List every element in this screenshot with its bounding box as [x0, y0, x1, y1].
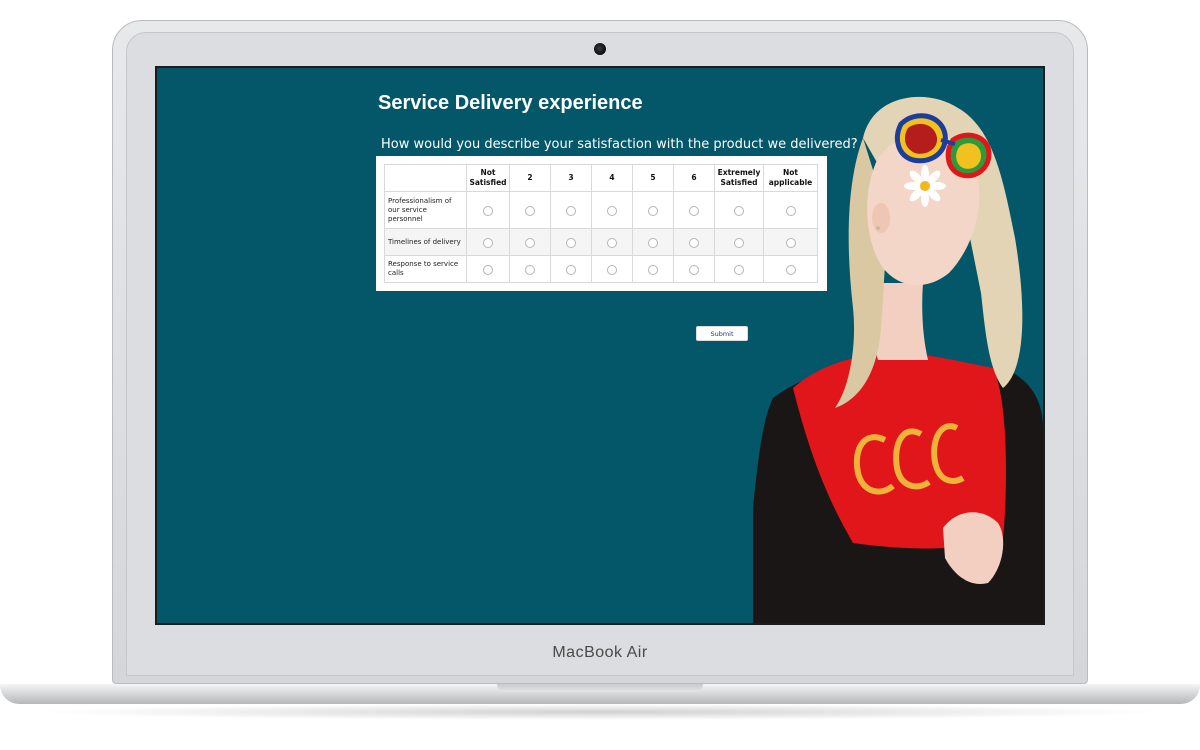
woman-photo [753, 96, 1043, 623]
rating-radio[interactable] [648, 205, 658, 216]
column-header: 4 [591, 164, 633, 192]
rating-radio[interactable] [483, 237, 493, 248]
camera-icon [594, 43, 606, 55]
rating-radio[interactable] [689, 237, 699, 248]
rating-radio[interactable] [566, 264, 576, 275]
submit-button[interactable]: Submit [696, 326, 748, 341]
rating-radio[interactable] [689, 264, 699, 275]
rating-radio[interactable] [607, 237, 617, 248]
rating-radio[interactable] [525, 264, 535, 275]
column-header: Not Satisfied [466, 164, 510, 192]
rating-radio[interactable] [607, 264, 617, 275]
rating-radio[interactable] [566, 237, 576, 248]
rating-radio[interactable] [525, 205, 535, 216]
device-brand: MacBook Air [552, 644, 648, 661]
column-header: 2 [509, 164, 551, 192]
rating-radio[interactable] [734, 237, 744, 248]
rating-radio[interactable] [607, 205, 617, 216]
matrix-corner [384, 164, 467, 192]
rating-radio[interactable] [648, 237, 658, 248]
row-label: Response to service calls [384, 255, 467, 283]
rating-radio[interactable] [525, 237, 535, 248]
survey-title: Service Delivery experience [378, 92, 643, 114]
screen: Service Delivery experience How would yo… [155, 66, 1045, 625]
laptop-shadow [30, 704, 1170, 720]
rating-radio[interactable] [566, 205, 576, 216]
row-label: Timelines of delivery [384, 228, 467, 256]
column-header: 3 [550, 164, 592, 192]
rating-radio[interactable] [648, 264, 658, 275]
column-header: 5 [632, 164, 674, 192]
rating-radio[interactable] [483, 264, 493, 275]
rating-radio[interactable] [483, 205, 493, 216]
laptop-notch [497, 684, 703, 692]
rating-radio[interactable] [734, 205, 744, 216]
rating-radio[interactable] [734, 264, 744, 275]
column-header: 6 [673, 164, 715, 192]
rating-radio[interactable] [689, 205, 699, 216]
row-label: Professionalism of our service personnel [384, 191, 467, 229]
